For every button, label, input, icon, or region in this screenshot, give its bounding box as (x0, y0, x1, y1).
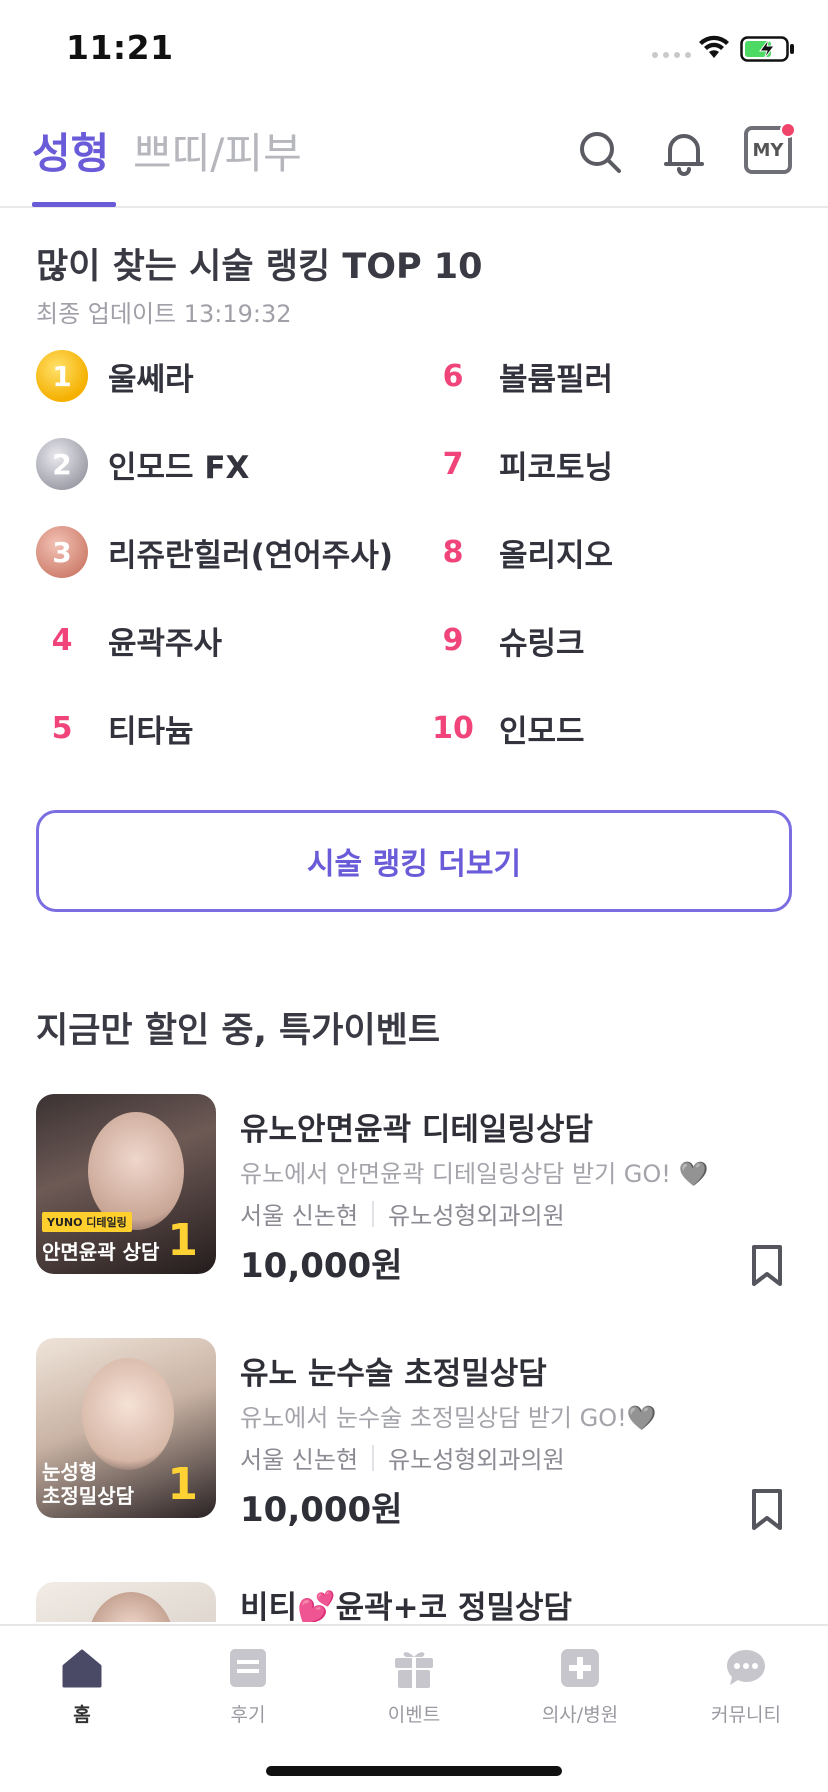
bell-icon[interactable] (660, 128, 708, 176)
tab-active-indicator (32, 202, 116, 207)
tab-label: 커뮤니티 (711, 1704, 781, 1726)
ranking-item[interactable]: 2 인모드 FX (36, 434, 249, 494)
ranking-number: 7 (442, 446, 464, 482)
thumbnail-caption: 눈성형 초정밀상담 (42, 1460, 134, 1508)
battery-charging-icon (740, 36, 794, 62)
ranking-item-label: 윤곽주사 (108, 625, 223, 662)
event-clinic: 유노성형외과의원 (388, 1202, 565, 1230)
tab-label: 홈 (73, 1704, 91, 1726)
bookmark-icon[interactable] (750, 1244, 784, 1288)
tab-home[interactable]: 홈 (12, 1646, 152, 1727)
event-description: 유노에서 안면윤곽 디테일링상담 받기 GO! 🩶 (240, 1160, 709, 1188)
home-icon (62, 1649, 102, 1688)
ranking-item[interactable]: 7 피코토닝 (427, 434, 614, 494)
gift-icon (395, 1652, 433, 1688)
tab-event[interactable]: 이벤트 (344, 1646, 484, 1727)
ranking-updated-time: 최종 업데이트 13:19:32 (36, 300, 292, 328)
ranking-number: 4 (51, 622, 73, 658)
ranking-number: 10 (432, 710, 474, 746)
review-icon (230, 1649, 266, 1687)
thumbnail-price-figure: 1 (167, 1215, 198, 1266)
notification-dot (780, 122, 796, 138)
ranking-item[interactable]: 10 인모드 (427, 698, 585, 758)
event-thumbnail[interactable] (36, 1582, 216, 1622)
thumbnail-price-figure: 1 (167, 1459, 198, 1510)
event-location: 서울 신논현 유노성형외과의원 (240, 1440, 565, 1475)
ranking-item-label: 올리지오 (499, 537, 614, 574)
ranking-item[interactable]: 6 볼륨필러 (427, 346, 614, 406)
ranking-item-label: 리쥬란힐러(연어주사) (108, 537, 394, 574)
ranking-item-label: 티타늄 (108, 713, 194, 750)
ranking-item-label: 울쎄라 (108, 361, 194, 398)
event-clinic: 유노성형외과의원 (388, 1446, 565, 1474)
event-card[interactable]: 눈성형 초정밀상담 1 유노 눈수술 초정밀상담 유노에서 눈수술 초정밀상담 … (36, 1338, 792, 1538)
ranking-more-button[interactable]: 시술 랭킹 더보기 (36, 810, 792, 912)
ranking-item-label: 인모드 FX (108, 449, 250, 486)
tab-surgery[interactable]: 성형 (32, 120, 109, 181)
tab-label: 이벤트 (387, 1704, 441, 1726)
status-bar: 11:21 (0, 0, 828, 100)
status-time: 11:21 (66, 28, 174, 67)
divider (372, 1444, 375, 1471)
ranking-item-label: 인모드 (499, 713, 585, 750)
ranking-item[interactable]: 8 올리지오 (427, 522, 614, 582)
ranking-number: 6 (442, 358, 464, 394)
event-region: 서울 신논현 (240, 1446, 359, 1474)
silver-medal-icon: 2 (36, 438, 88, 490)
ranking-number: 5 (51, 710, 73, 746)
tab-doctor-hospital[interactable]: 의사/병원 (510, 1646, 650, 1727)
search-icon[interactable] (576, 128, 624, 176)
tab-label: 의사/병원 (541, 1704, 619, 1726)
divider (372, 1200, 375, 1227)
event-region: 서울 신논현 (240, 1202, 359, 1230)
my-page-button[interactable]: MY (744, 122, 796, 174)
ranking-item-label: 볼륨필러 (499, 361, 614, 398)
hospital-icon (561, 1649, 599, 1687)
model-photo (88, 1592, 174, 1622)
event-title[interactable]: 비티💕윤곽+코 정밀상담 (240, 1582, 572, 1622)
top-header: 성형 쁘띠/피부 MY (0, 100, 828, 208)
event-description: 유노에서 눈수술 초정밀상담 받기 GO!🩶 (240, 1404, 657, 1432)
tab-community[interactable]: 커뮤니티 (676, 1646, 816, 1727)
event-location: 서울 신논현 유노성형외과의원 (240, 1196, 565, 1231)
bronze-medal-icon: 3 (36, 526, 88, 578)
thumbnail-caption: 안면윤곽 상담 (42, 1240, 160, 1264)
my-label: MY (752, 139, 784, 161)
ranking-item[interactable]: 1 울쎄라 (36, 346, 194, 406)
event-title[interactable]: 유노안면윤곽 디테일링상담 (240, 1104, 593, 1149)
event-price: 10,000원 (240, 1246, 403, 1286)
ranking-item[interactable]: 9 슈링크 (427, 610, 585, 670)
cellular-signal-icon (652, 52, 691, 58)
ranking-title: 많이 찾는 시술 랭킹 TOP 10 (36, 247, 483, 287)
event-card[interactable]: 비티💕윤곽+코 정밀상담 (36, 1582, 792, 1622)
event-thumbnail[interactable]: 눈성형 초정밀상담 1 (36, 1338, 216, 1518)
bookmark-icon[interactable] (750, 1488, 784, 1532)
tab-petit-skin[interactable]: 쁘띠/피부 (133, 120, 302, 181)
events-title: 지금만 할인 중, 특가이벤트 (36, 1011, 441, 1051)
tab-label: 후기 (230, 1704, 266, 1726)
gold-medal-icon: 1 (36, 350, 88, 402)
ranking-number: 9 (442, 622, 464, 658)
chat-icon (727, 1650, 765, 1685)
ranking-item-label: 슈링크 (499, 625, 585, 662)
ranking-item[interactable]: 4 윤곽주사 (36, 610, 223, 670)
event-card[interactable]: YUNO 디테일링 안면윤곽 상담 1 유노안면윤곽 디테일링상담 유노에서 안… (36, 1094, 792, 1294)
event-price: 10,000원 (240, 1490, 403, 1530)
wifi-icon (699, 35, 729, 58)
model-photo (82, 1358, 174, 1470)
ranking-item[interactable]: 3 리쥬란힐러(연어주사) (36, 522, 393, 582)
event-thumbnail[interactable]: YUNO 디테일링 안면윤곽 상담 1 (36, 1094, 216, 1274)
home-indicator (266, 1766, 562, 1776)
event-title[interactable]: 유노 눈수술 초정밀상담 (240, 1348, 547, 1393)
tab-review[interactable]: 후기 (178, 1646, 318, 1727)
thumbnail-tag: YUNO 디테일링 (42, 1212, 132, 1232)
ranking-item-label: 피코토닝 (499, 449, 614, 486)
ranking-item[interactable]: 5 티타늄 (36, 698, 194, 758)
ranking-number: 8 (442, 534, 464, 570)
